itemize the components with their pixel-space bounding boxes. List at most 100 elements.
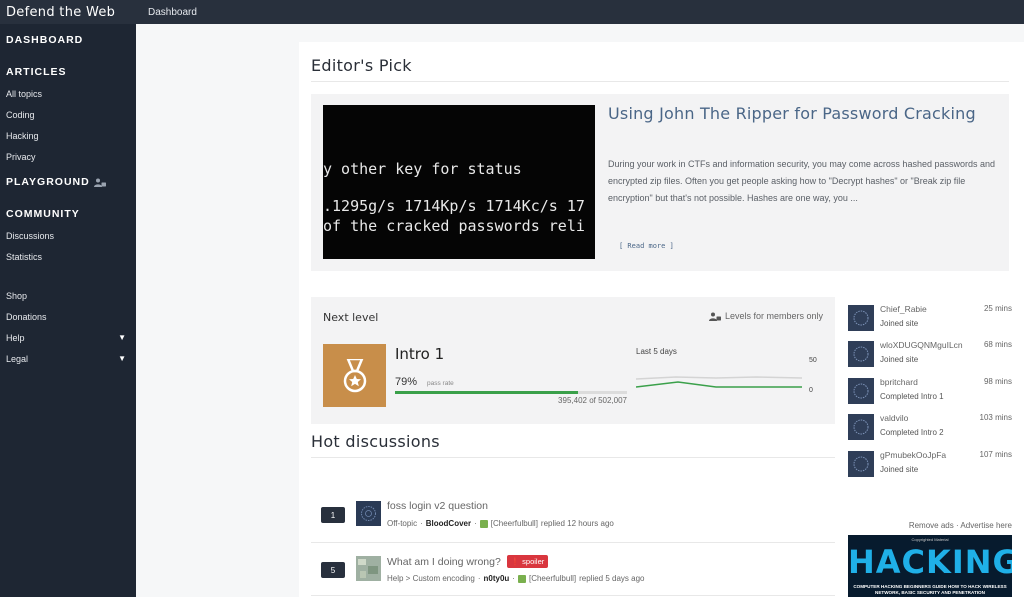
sidebar-item-label: Statistics — [6, 251, 43, 262]
discussion-author[interactable]: BloodCover — [426, 519, 471, 528]
read-more-link[interactable]: [ Read more ] — [619, 242, 674, 250]
sidebar-item-discussions[interactable]: Discussions — [0, 225, 136, 246]
pass-rate-label: pass rate — [427, 380, 454, 387]
discussion-author[interactable]: n0ty0u — [484, 574, 510, 583]
activity-item[interactable]: wloXDUGQNMguILcn Joined site 68 mins — [848, 338, 1012, 371]
avatar[interactable] — [848, 341, 874, 367]
sidebar-item-all-topics[interactable]: All topics — [0, 83, 136, 104]
breadcrumb[interactable]: Dashboard — [136, 7, 197, 18]
activity-time: 103 mins — [979, 413, 1012, 422]
sidebar-heading-community[interactable]: COMMUNITY — [0, 206, 136, 222]
discussion-title-text: foss login v2 question — [387, 500, 488, 512]
sidebar-item-label: Help — [6, 332, 25, 343]
discussion-title[interactable]: What am I doing wrong? ❗ spoiler — [387, 555, 549, 568]
activity-sparkline — [636, 376, 802, 388]
hot-discussions-heading: Hot discussions — [311, 432, 440, 451]
sidebar-heading-label: PLAYGROUND — [6, 176, 90, 188]
article-image-text: y other key for status — [323, 160, 522, 178]
sidebar-item-label: Discussions — [6, 230, 55, 241]
advertisement[interactable]: Copyrighted Material HACKING COMPUTER HA… — [848, 535, 1012, 597]
ad-headline: HACKING — [848, 543, 1012, 581]
replier-avatar-icon — [479, 519, 488, 528]
sidebar-item-legal[interactable]: Legal ▼ — [0, 348, 136, 369]
discussion-category[interactable]: Off-topic — [387, 519, 417, 528]
replier-name[interactable]: [Cheerfulbull] — [529, 574, 576, 583]
discussion-title[interactable]: foss login v2 question — [387, 500, 488, 512]
activity-user[interactable]: Chief_Rabie — [880, 304, 927, 314]
activity-user[interactable]: bpritchard — [880, 377, 918, 387]
avatar[interactable] — [848, 414, 874, 440]
editors-pick-heading: Editor's Pick — [311, 56, 412, 75]
discussion-row[interactable]: 1 foss login v2 question Off-topic · Bloo… — [311, 494, 835, 540]
replier-avatar-icon — [517, 574, 526, 583]
avatar[interactable] — [848, 451, 874, 477]
activity-action: Completed Intro 1 — [880, 392, 944, 401]
members-only-label: Levels for members only — [724, 311, 823, 321]
sidebar-item-dashboard[interactable]: DASHBOARD — [0, 32, 136, 48]
divider — [311, 81, 1009, 82]
activity-action: Joined site — [880, 319, 919, 328]
chart-axis-max: 50 — [809, 357, 817, 364]
activity-time: 107 mins — [979, 450, 1012, 459]
editors-pick-card[interactable]: y other key for status .1295g/s 1714Kp/s… — [311, 94, 1009, 271]
pass-rate-bar — [395, 391, 627, 394]
sidebar-item-label: Donations — [6, 311, 47, 322]
sidebar-item-help[interactable]: Help ▼ — [0, 327, 136, 348]
divider — [311, 457, 835, 458]
level-name[interactable]: Intro 1 — [395, 345, 444, 363]
activity-action: Completed Intro 2 — [880, 428, 944, 437]
sidebar-item-label: Coding — [6, 109, 35, 120]
article-image[interactable]: y other key for status .1295g/s 1714Kp/s… — [323, 105, 595, 259]
activity-item[interactable]: Chief_Rabie Joined site 25 mins — [848, 302, 1012, 335]
article-title[interactable]: Using John The Ripper for Password Crack… — [608, 104, 998, 123]
sidebar-item-label: Hacking — [6, 130, 39, 141]
spoiler-label: spoiler — [522, 557, 545, 566]
activity-item[interactable]: valdvilo Completed Intro 2 103 mins — [848, 411, 1012, 444]
avatar[interactable] — [356, 501, 381, 526]
activity-time: 25 mins — [983, 304, 1012, 313]
site-logo[interactable]: Defend the Web — [0, 5, 136, 20]
divider — [311, 595, 835, 596]
sidebar-item-donations[interactable]: Donations — [0, 306, 136, 327]
article-image-text: .1295g/s 1714Kp/s 1714Kc/s 17 — [323, 197, 585, 215]
avatar[interactable] — [356, 556, 381, 581]
activity-item[interactable]: bpritchard Completed Intro 1 98 mins — [848, 375, 1012, 408]
pass-rate-fill — [395, 391, 579, 394]
activity-time: 68 mins — [983, 340, 1012, 349]
activity-action: Joined site — [880, 355, 919, 364]
avatar[interactable] — [848, 378, 874, 404]
chart-axis-min: 0 — [809, 387, 813, 394]
members-lock-icon — [708, 312, 721, 321]
avatar[interactable] — [848, 305, 874, 331]
discussion-row[interactable]: 5 What am I doing wrong? ❗ spoiler Help >… — [311, 549, 835, 595]
sidebar-heading-articles[interactable]: ARTICLES — [0, 64, 136, 80]
sidebar-item-coding[interactable]: Coding — [0, 104, 136, 125]
activity-user[interactable]: gPmubekOoJpFa — [880, 450, 946, 460]
members-icon — [93, 178, 106, 187]
sidebar-item-label: All topics — [6, 88, 43, 99]
sidebar-item-privacy[interactable]: Privacy — [0, 146, 136, 167]
sidebar-item-hacking[interactable]: Hacking — [0, 125, 136, 146]
activity-time: 98 mins — [983, 377, 1012, 386]
activity-user[interactable]: valdvilo — [880, 413, 908, 423]
warning-icon: ❗ — [510, 557, 521, 566]
discussion-title-text: What am I doing wrong? — [387, 555, 501, 568]
spoiler-badge: ❗ spoiler — [506, 555, 549, 568]
ad-copyright: Copyrighted Material — [911, 537, 949, 542]
sidebar-item-statistics[interactable]: Statistics — [0, 246, 136, 267]
sidebar-item-shop[interactable]: Shop — [0, 285, 136, 306]
activity-user[interactable]: wloXDUGQNMguILcn — [880, 340, 963, 350]
chart-label: Last 5 days — [636, 347, 677, 356]
activity-item[interactable]: gPmubekOoJpFa Joined site 107 mins — [848, 448, 1012, 481]
sidebar-heading-playground[interactable]: PLAYGROUND — [0, 174, 136, 190]
reply-time: replied 12 hours ago — [540, 519, 614, 528]
members-only-note: Levels for members only — [708, 311, 823, 321]
ad-links[interactable]: Remove ads · Advertise here — [848, 521, 1012, 530]
level-medal-icon[interactable] — [323, 344, 386, 407]
discussion-meta: Help > Custom encoding · n0ty0u · [Cheerfu… — [387, 574, 645, 583]
discussion-meta: Off-topic · BloodCover · [Cheerfulbull] re… — [387, 519, 614, 528]
replier-name[interactable]: [Cheerfulbull] — [491, 519, 538, 528]
discussion-category[interactable]: Help > Custom encoding — [387, 574, 475, 583]
article-image-text: of the cracked passwords reli — [323, 217, 585, 235]
ad-subtitle: COMPUTER HACKING BEGINNERS GUIDE HOW TO … — [853, 584, 1007, 595]
